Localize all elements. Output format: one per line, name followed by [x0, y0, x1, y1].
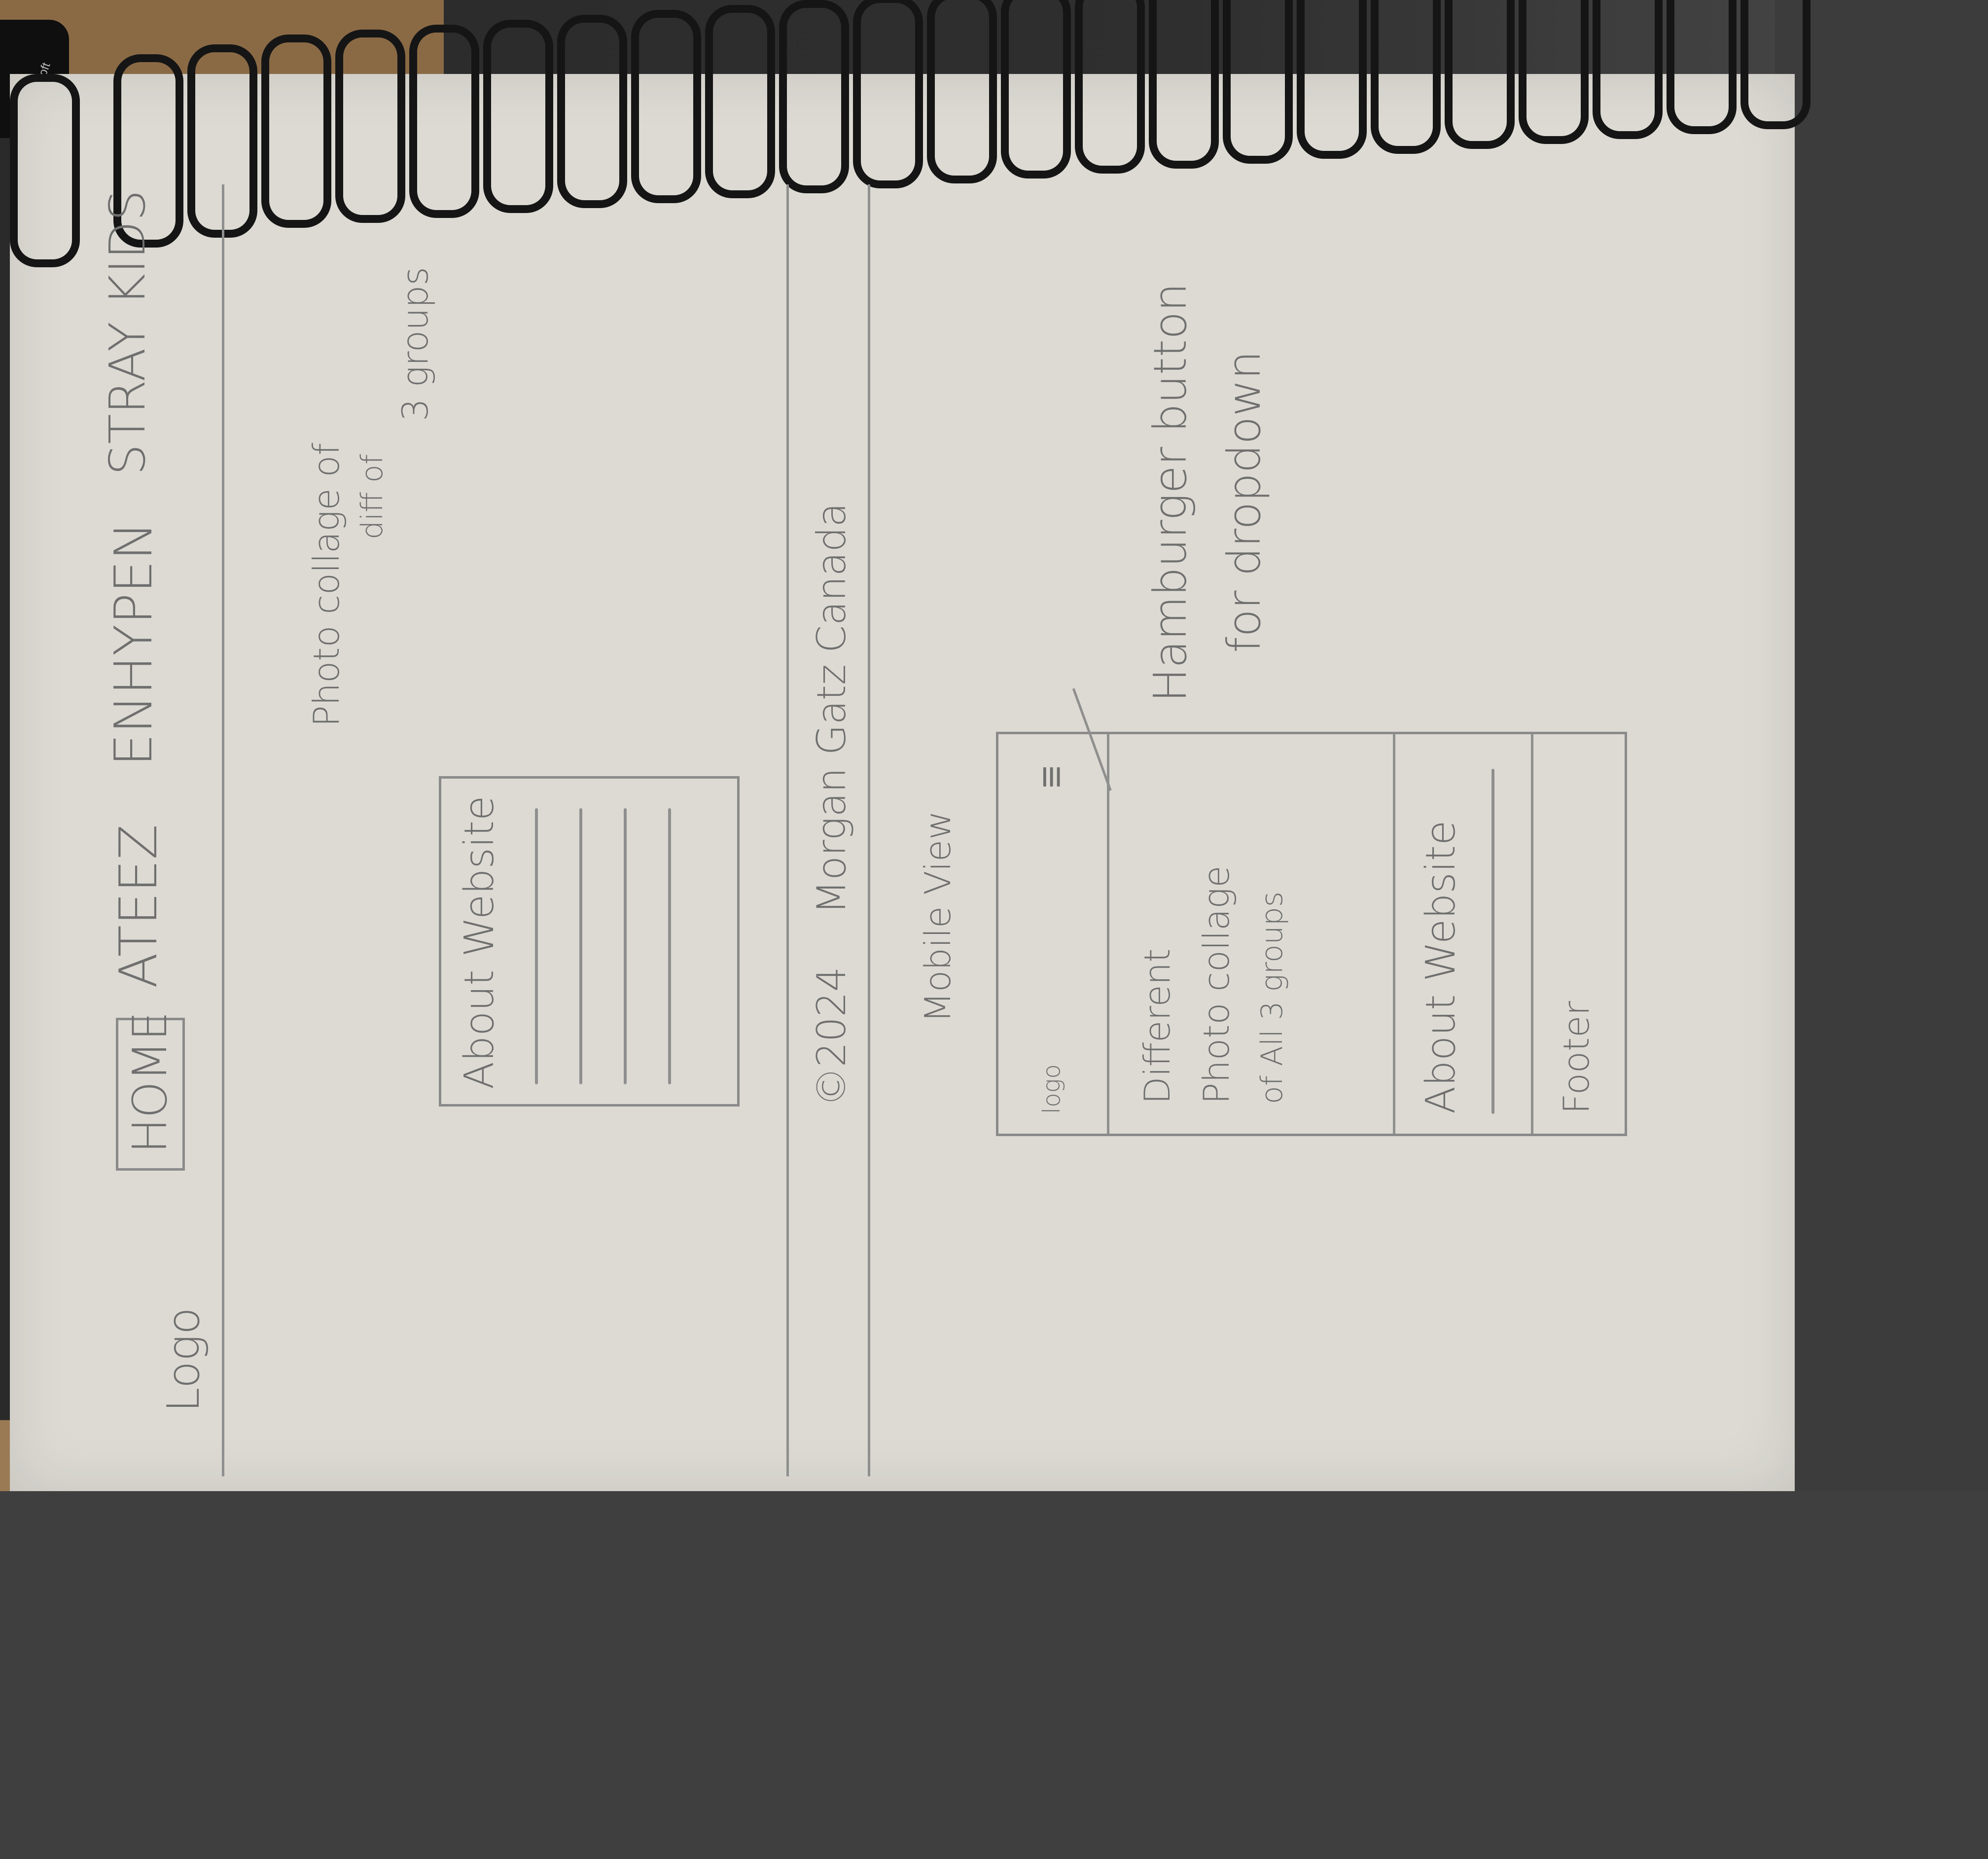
- home-nav-button[interactable]: HOME: [116, 1011, 185, 1171]
- hero-note-line3: 3 groups: [394, 267, 436, 421]
- nav-stray-kids[interactable]: STRAY KIDS: [99, 190, 156, 475]
- text-line: [668, 808, 671, 1084]
- logo-label: Logo: [158, 1307, 210, 1412]
- mobile-frame: logo ≡ Different Photo collage of All 3 …: [996, 732, 1627, 1136]
- mobile-logo: logo: [1038, 1064, 1065, 1114]
- about-website-title: About Website: [456, 795, 503, 1089]
- mobile-footer-divider: [1531, 734, 1533, 1134]
- hamburger-icon[interactable]: ≡: [1028, 765, 1074, 788]
- footer-copyright: ©2024: [809, 966, 854, 1107]
- footer-name: Morgan Gatz: [809, 664, 854, 914]
- about-website-box: About Website: [439, 776, 740, 1107]
- hero-note-line2: diff of: [355, 454, 390, 539]
- hamburger-note-line2: for dropdown: [1218, 351, 1271, 653]
- mobile-header-divider: [1107, 734, 1109, 1134]
- mobile-section-divider: [1393, 734, 1395, 1134]
- mobile-view-label: Mobile View: [917, 811, 958, 1023]
- fabric-background: [1775, 0, 1988, 1491]
- hamburger-note-line1: Hamburger button: [1144, 283, 1197, 702]
- mobile-footer: Footer: [1556, 1001, 1597, 1114]
- sketch-rotated: Logo HOME ATEEZ ENHYPEN STRAY KIDS Photo…: [10, 74, 1795, 1491]
- hero-note-line1: Photo collage of: [306, 443, 347, 727]
- nav-enhypen[interactable]: ENHYPEN: [104, 522, 164, 766]
- text-line: [535, 808, 538, 1084]
- text-line: [1491, 769, 1494, 1114]
- footer-divider-top: [786, 184, 789, 1476]
- mobile-collage-line3: of All 3 groups: [1255, 891, 1289, 1104]
- sketch-layer: Logo HOME ATEEZ ENHYPEN STRAY KIDS Photo…: [10, 74, 1627, 1859]
- footer-country: Canada: [809, 502, 854, 653]
- text-line: [624, 808, 627, 1084]
- header-divider: [222, 184, 224, 1476]
- footer-divider-bottom: [868, 184, 870, 1476]
- home-nav-label: HOME: [123, 1011, 178, 1153]
- nav-ateez[interactable]: ATEEZ: [108, 824, 169, 988]
- mobile-collage-line1: Different: [1136, 948, 1178, 1104]
- mobile-about-title: About Website: [1418, 820, 1464, 1114]
- text-line: [579, 808, 582, 1084]
- mobile-collage-line2: Photo collage: [1196, 865, 1237, 1104]
